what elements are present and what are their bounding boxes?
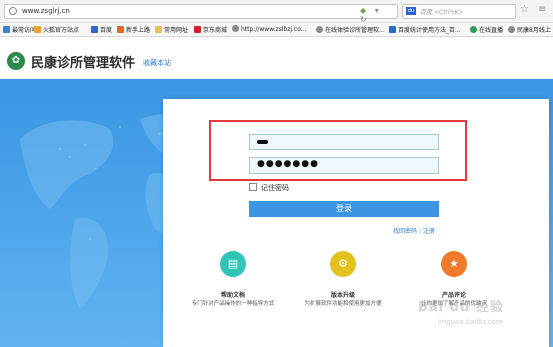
baidu-icon xyxy=(389,26,396,33)
bookmark-item[interactable]: 在线直播 xyxy=(470,25,503,34)
help-doc-desc: 专门针对产品操作的一种指导方式 xyxy=(191,301,275,307)
watermark-url: jingyan.baidu.com xyxy=(438,318,503,326)
bookmark-item[interactable]: 火狐官方站点 xyxy=(34,25,79,34)
globe-icon xyxy=(316,26,323,33)
search-input[interactable]: du 百度 <Ctrl+K> xyxy=(402,4,516,19)
upgrade-title[interactable]: 版本升级 xyxy=(303,290,383,299)
dropdown-arrow-icon[interactable]: ▾ xyxy=(375,6,379,15)
url-text: www.zsglrj.cn xyxy=(22,7,70,15)
search-placeholder: 百度 <Ctrl+K> xyxy=(420,9,464,16)
login-button[interactable]: 登录 xyxy=(249,201,439,217)
site-header: ✿ 民康诊所管理软件 收藏本站 xyxy=(0,37,553,79)
globe-icon xyxy=(508,26,515,33)
bookmark-icon xyxy=(3,26,10,33)
link-separator: | xyxy=(418,228,421,235)
bookmark-item[interactable]: http://www.zslbzj.co... xyxy=(232,25,307,33)
brand-title: 民康诊所管理软件 xyxy=(31,56,136,71)
remember-password[interactable]: 记住密码 xyxy=(249,183,289,193)
menu-icon[interactable]: ≡ xyxy=(538,4,546,15)
help-doc-title[interactable]: 帮助文档 xyxy=(193,290,273,299)
document-icon[interactable]: ▤ xyxy=(220,251,246,277)
register-link[interactable]: 注册 xyxy=(423,228,435,235)
bookmarks-bar: 最常访问 火狐官方站点 百度 新手上路 常用网址 京东商城 http://www… xyxy=(0,23,553,37)
jd-icon xyxy=(194,26,201,33)
firefox-icon xyxy=(34,26,41,33)
address-bar[interactable]: www.zsglrj.cn ◆ ▾ ↻ xyxy=(4,4,398,24)
bookmark-item[interactable]: 百度 xyxy=(91,25,112,34)
shield-icon[interactable]: ◆ xyxy=(360,6,366,15)
browser-toolbar: www.zsglrj.cn ◆ ▾ ↻ du 百度 <Ctrl+K> ☆ ≡ xyxy=(0,0,553,24)
logo-icon: ✿ xyxy=(7,52,25,70)
bookmark-item[interactable]: 百度统计使用方法_百... xyxy=(389,25,461,34)
bookmark-item[interactable]: 最常访问 xyxy=(3,25,36,34)
bookmark-item[interactable]: 常用网址 xyxy=(155,25,188,34)
remember-checkbox[interactable] xyxy=(249,183,257,191)
folder-icon xyxy=(155,26,162,33)
bookmark-item[interactable]: 民康8月线上 xyxy=(508,25,551,34)
forgot-password-link[interactable]: 找回密码 xyxy=(393,228,417,235)
upgrade-desc: 为扩展软件功能和使用更加方便 xyxy=(304,301,382,307)
annotation-highlight-box xyxy=(209,120,467,181)
gear-icon[interactable]: ⚙ xyxy=(330,251,356,277)
remember-label: 记住密码 xyxy=(261,184,289,192)
favorite-link[interactable]: 收藏本站 xyxy=(143,58,171,68)
bookmark-item[interactable]: 在线体验诊所管理软... xyxy=(316,25,385,34)
globe-icon xyxy=(232,25,239,32)
baidu-jingyan-watermark: Bai du 经验 xyxy=(418,300,504,315)
baidu-icon: du xyxy=(406,7,416,15)
bookmark-item[interactable]: 新手上路 xyxy=(117,25,150,34)
bookmark-item[interactable]: 京东商城 xyxy=(194,25,227,34)
live-icon xyxy=(470,26,477,33)
baidu-icon xyxy=(91,26,98,33)
bookmark-star-icon[interactable]: ☆ xyxy=(520,4,529,15)
star-icon[interactable]: ★ xyxy=(441,251,467,277)
firefox-icon xyxy=(117,26,124,33)
account-links: 找回密码 | 注册 xyxy=(393,226,435,235)
globe-icon xyxy=(9,7,17,15)
